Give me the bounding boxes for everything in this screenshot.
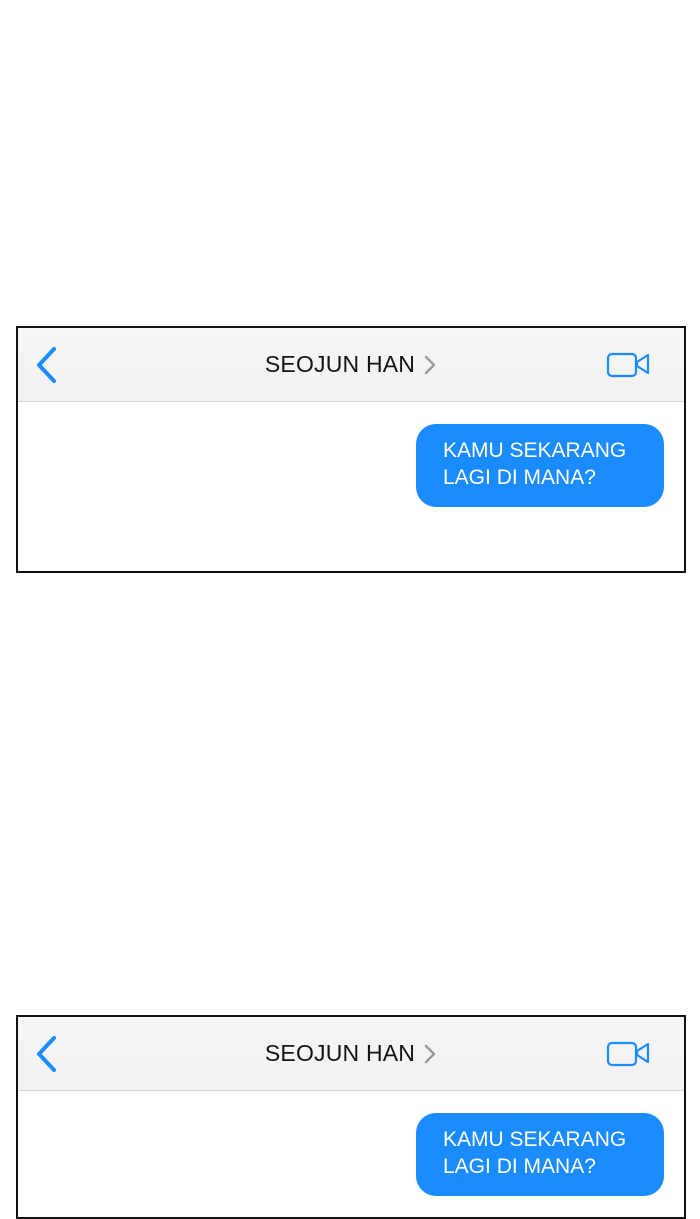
- video-call-button[interactable]: [606, 350, 652, 380]
- chat-header: SEOJUN HAN: [18, 1017, 684, 1091]
- chevron-right-icon: [423, 355, 437, 375]
- contact-name: SEOJUN HAN: [264, 1040, 416, 1066]
- message-line: LAGI DI MANA?: [443, 1155, 596, 1178]
- message-bubble-sent[interactable]: KAMU SEKARANG LAGI DI MANA?: [416, 1113, 664, 1196]
- video-camera-icon: [606, 1041, 652, 1073]
- chevron-right-icon: [423, 1044, 437, 1064]
- message-bubble-sent[interactable]: KAMU SEKARANG LAGI DI MANA?: [416, 424, 664, 507]
- back-button[interactable]: [32, 1035, 64, 1073]
- contact-name: SEOJUN HAN: [264, 351, 416, 377]
- video-camera-icon: [606, 352, 652, 384]
- video-call-button[interactable]: [606, 1039, 652, 1069]
- chevron-left-icon: [32, 1035, 64, 1073]
- chat-panel: SEOJUN HAN KAMU SEKARANG LAGI DI MANA?: [16, 326, 686, 573]
- message-line: KAMU SEKARANG: [443, 439, 627, 462]
- chat-panel: SEOJUN HAN KAMU SEKARANG LAGI DI MANA?: [16, 1015, 686, 1219]
- back-button[interactable]: [32, 346, 64, 384]
- chevron-left-icon: [32, 346, 64, 384]
- contact-info-button[interactable]: SEOJUN HAN: [18, 1017, 684, 1090]
- contact-info-button[interactable]: SEOJUN HAN: [18, 328, 684, 401]
- chat-header: SEOJUN HAN: [18, 328, 684, 402]
- message-line: LAGI DI MANA?: [443, 466, 596, 489]
- message-line: KAMU SEKARANG: [443, 1128, 627, 1151]
